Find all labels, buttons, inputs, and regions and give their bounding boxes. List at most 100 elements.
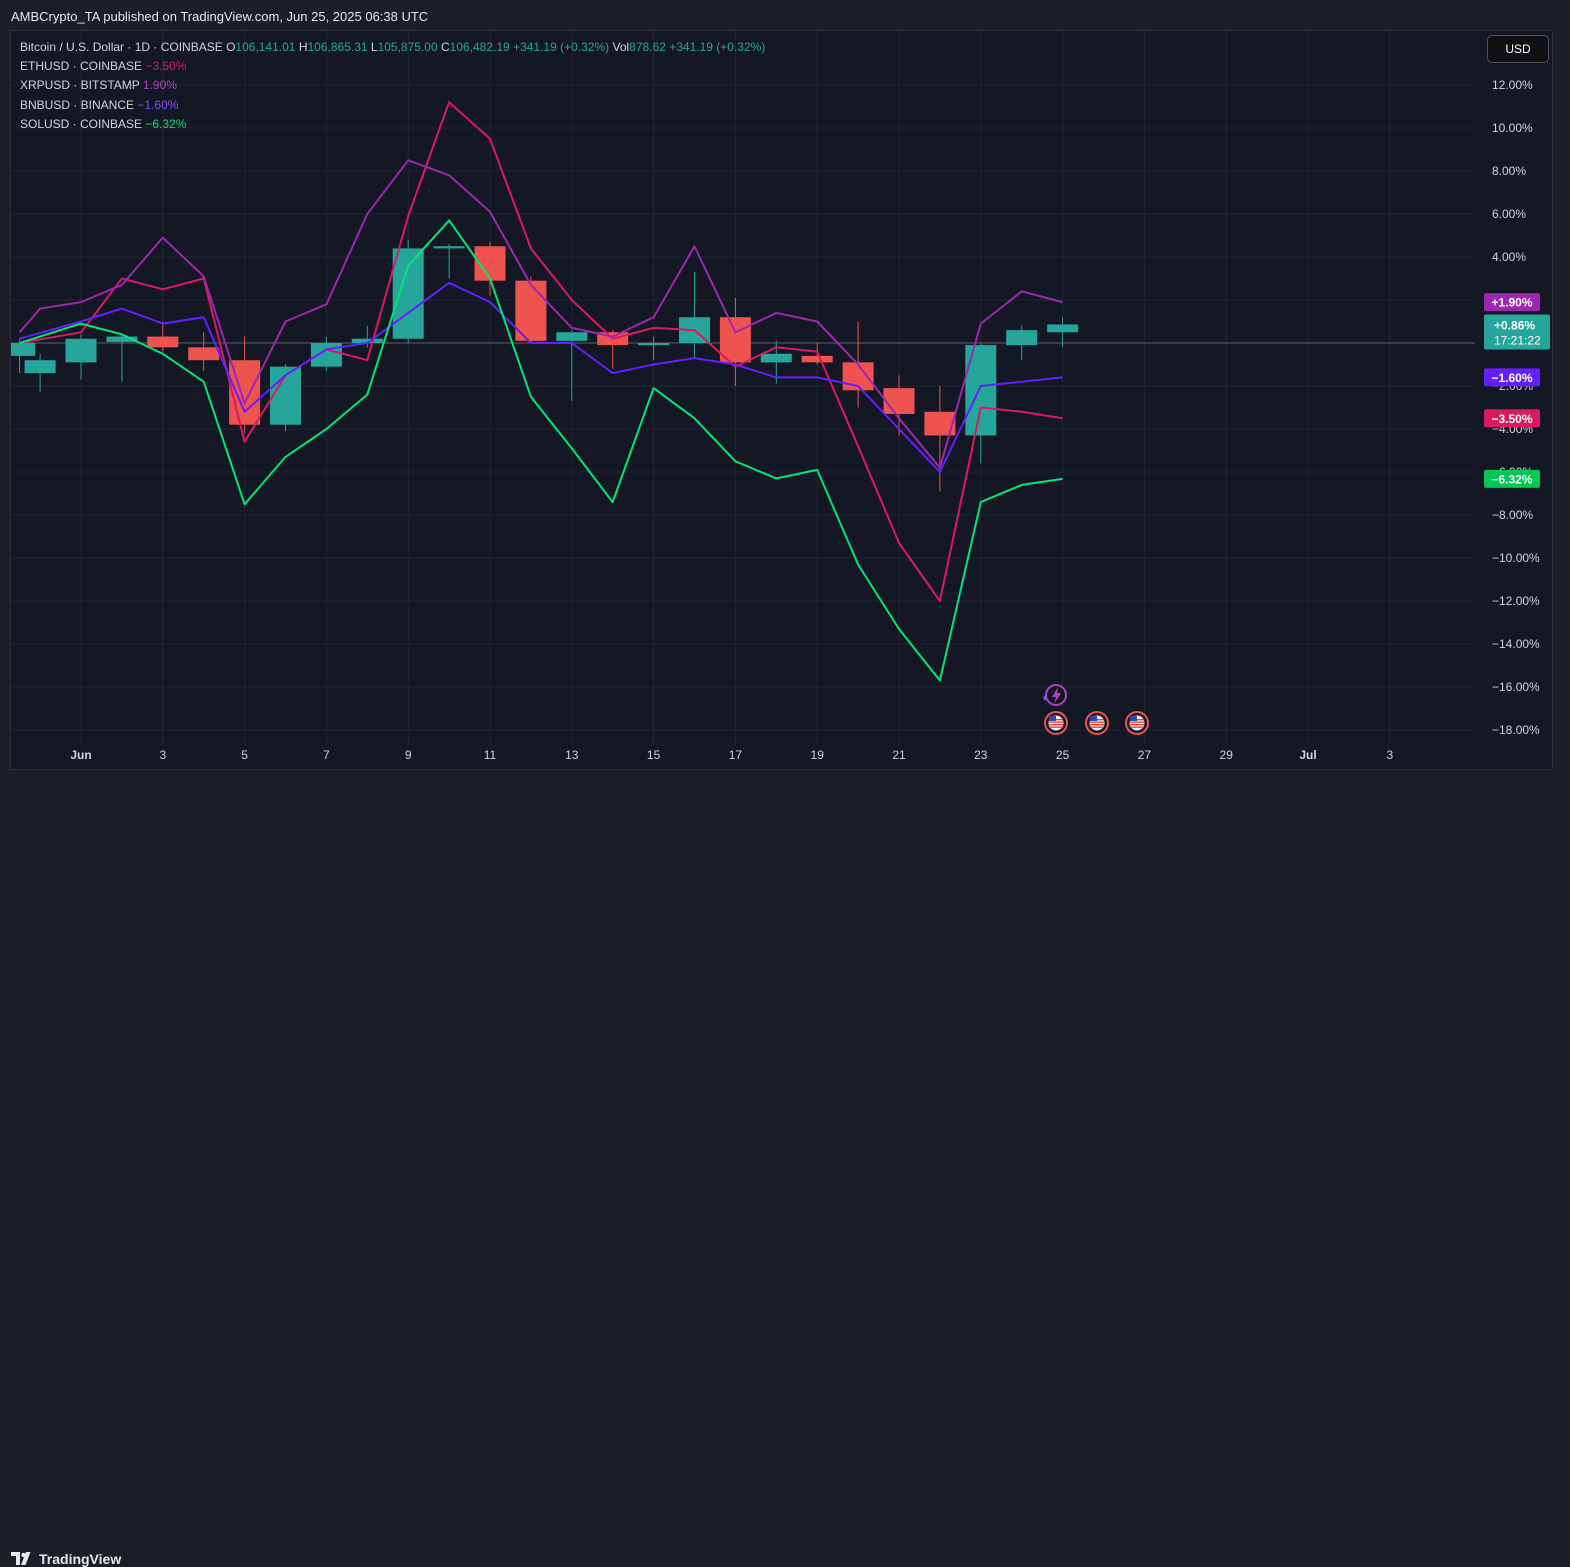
candle-body (801, 355, 833, 363)
x-axis-tick-label: 5 (241, 748, 248, 762)
legend-compare-xrp[interactable]: XRPUSD · BITSTAMP 1.90% (20, 76, 765, 95)
x-axis-tick-label: 17 (729, 748, 743, 762)
legend-low-label: L (370, 40, 378, 54)
legend-compare-symbol: SOLUSD · COINBASE (20, 116, 143, 131)
candle-body (310, 343, 342, 367)
legend-main-row[interactable]: Bitcoin / U.S. Dollar · 1D · COINBASE O1… (20, 38, 765, 57)
flag-icon-stripe (1090, 721, 1104, 723)
flag-icon-stripe (1090, 726, 1104, 728)
x-axis-tick-label: 7 (323, 748, 330, 762)
x-axis-tick-label: Jun (70, 748, 91, 762)
tradingview-logo[interactable]: TradingView (11, 1551, 121, 1567)
legend-open-value: 106,141.01 (235, 40, 296, 54)
price-tag-label: −3.50% (1491, 412, 1532, 426)
y-axis-tick-label: −18.00% (1492, 723, 1540, 737)
price-tag-label: +1.90% (1491, 296, 1532, 310)
legend-compare-value: −1.60% (137, 97, 179, 112)
price-tag[interactable]: −3.50% (1484, 409, 1540, 428)
candle-body (883, 388, 915, 414)
chart-legend: Bitcoin / U.S. Dollar · 1D · COINBASE O1… (20, 38, 765, 134)
legend-vol-label: Vol (612, 40, 630, 54)
price-tag[interactable]: −1.60% (1484, 368, 1540, 387)
current-price-tag-value: +0.86% (1494, 319, 1535, 333)
candle-body (147, 336, 179, 348)
series-line-ethusd (19, 101, 1063, 602)
us-flag-event-icon[interactable] (1044, 711, 1068, 735)
legend-close-label: C (440, 40, 450, 54)
legend-vol-value: 878.62 (629, 40, 666, 54)
flag-icon-stripe (1130, 726, 1144, 728)
legend-compare-value: −6.32% (145, 116, 187, 131)
flag-icon-canton (1090, 716, 1097, 721)
legend-open-label: O (226, 40, 236, 54)
x-axis-tick-label: 21 (892, 748, 906, 762)
flag-icon-stripe (1049, 726, 1063, 728)
legend-compare-value: 1.90% (142, 78, 177, 93)
legend-compare-symbol: XRPUSD · BITSTAMP (20, 78, 140, 93)
legend-compare-bnb[interactable]: BNBUSD · BINANCE −1.60% (20, 96, 765, 115)
flag-icon-stripe (1049, 724, 1063, 726)
y-axis-tick-label: 12.00% (1492, 78, 1533, 92)
candle-body (65, 338, 97, 363)
y-axis-tick-label: −12.00% (1492, 594, 1540, 608)
legend-compare-symbol: ETHUSD · COINBASE (20, 59, 143, 74)
legend-compare-sol[interactable]: SOLUSD · COINBASE −6.32% (20, 115, 765, 134)
footer: TradingView (0, 770, 1570, 1567)
legend-high-value: 106,865.31 (307, 40, 368, 54)
legend-compare-eth[interactable]: ETHUSD · COINBASE −3.50% (20, 57, 765, 76)
x-axis-tick-label: 15 (647, 748, 661, 762)
legend-change: +341.19 (+0.32%) (513, 40, 610, 54)
price-tag[interactable]: −6.32% (1484, 469, 1540, 488)
flag-icon-canton (1049, 716, 1056, 721)
flag-icon-stripe (1049, 721, 1063, 723)
y-axis-tick-label: 8.00% (1492, 164, 1526, 178)
legend-main-symbol: Bitcoin / U.S. Dollar · 1D · COINBASE (20, 40, 223, 54)
candle-body (24, 360, 56, 374)
current-price-tag-countdown: 17:21:22 (1494, 334, 1541, 348)
flag-icon-stripe (1130, 721, 1144, 723)
flag-icon-stripe (1130, 724, 1144, 726)
y-axis-tick-label: −8.00% (1492, 508, 1533, 522)
y-axis-tick-label: 6.00% (1492, 207, 1526, 221)
x-axis-tick-label: 29 (1220, 748, 1234, 762)
candle-body (11, 343, 36, 356)
y-axis-labels: 12.00%10.00%8.00%6.00%4.00%−2.00%−4.00%−… (1492, 78, 1540, 737)
price-tag-label: −1.60% (1491, 371, 1532, 385)
tradingview-brand: TradingView (39, 1551, 122, 1567)
x-axis-tick-label: 27 (1138, 748, 1152, 762)
candle-body (433, 246, 465, 249)
y-axis-tick-label: 10.00% (1492, 121, 1533, 135)
x-axis-tick-label: 3 (1386, 748, 1393, 762)
legend-vol-change: +341.19 (+0.32%) (669, 40, 766, 54)
price-tag-label: −6.32% (1491, 472, 1532, 486)
flag-icon-canton (1130, 716, 1137, 721)
candle-body (188, 347, 220, 361)
price-tag[interactable]: +1.90% (1484, 293, 1540, 312)
lightning-event-icon (1043, 684, 1067, 706)
us-flag-event-icon[interactable] (1125, 711, 1149, 735)
x-axis-tick-label: 13 (565, 748, 579, 762)
tradingview-logo-icon (11, 1552, 31, 1565)
y-axis-tick-label: −16.00% (1492, 680, 1540, 694)
x-axis-tick-label: 3 (159, 748, 166, 762)
y-axis-tick-label: −10.00% (1492, 551, 1540, 565)
candle-body (556, 332, 588, 341)
x-axis-tick-label: 9 (405, 748, 412, 762)
x-axis-labels: Jun 3 5 7 9 11 13 15 17 19 21 23 25 27 29 Jul 3 (70, 748, 1393, 762)
us-flag-event-icon[interactable] (1085, 711, 1109, 735)
legend-compare-symbol: BNBUSD · BINANCE (20, 97, 135, 112)
current-price-tag: +0.86%17:21:22 (1484, 314, 1550, 350)
plot-area (11, 101, 1079, 682)
candle-body (1047, 324, 1079, 333)
candle-body (760, 353, 792, 363)
candles (11, 239, 1079, 492)
event-markers (1043, 684, 1149, 735)
legend-close-value: 106,482.19 (449, 40, 510, 54)
legend-compare-value: −3.50% (145, 59, 187, 74)
x-axis-tick-label: 11 (484, 748, 497, 762)
candle-body (1006, 330, 1038, 346)
flag-icon-stripe (1090, 724, 1104, 726)
y-axis-tick-label: 4.00% (1492, 250, 1526, 264)
currency-button[interactable]: USD (1487, 35, 1549, 63)
candle-body (638, 343, 670, 346)
